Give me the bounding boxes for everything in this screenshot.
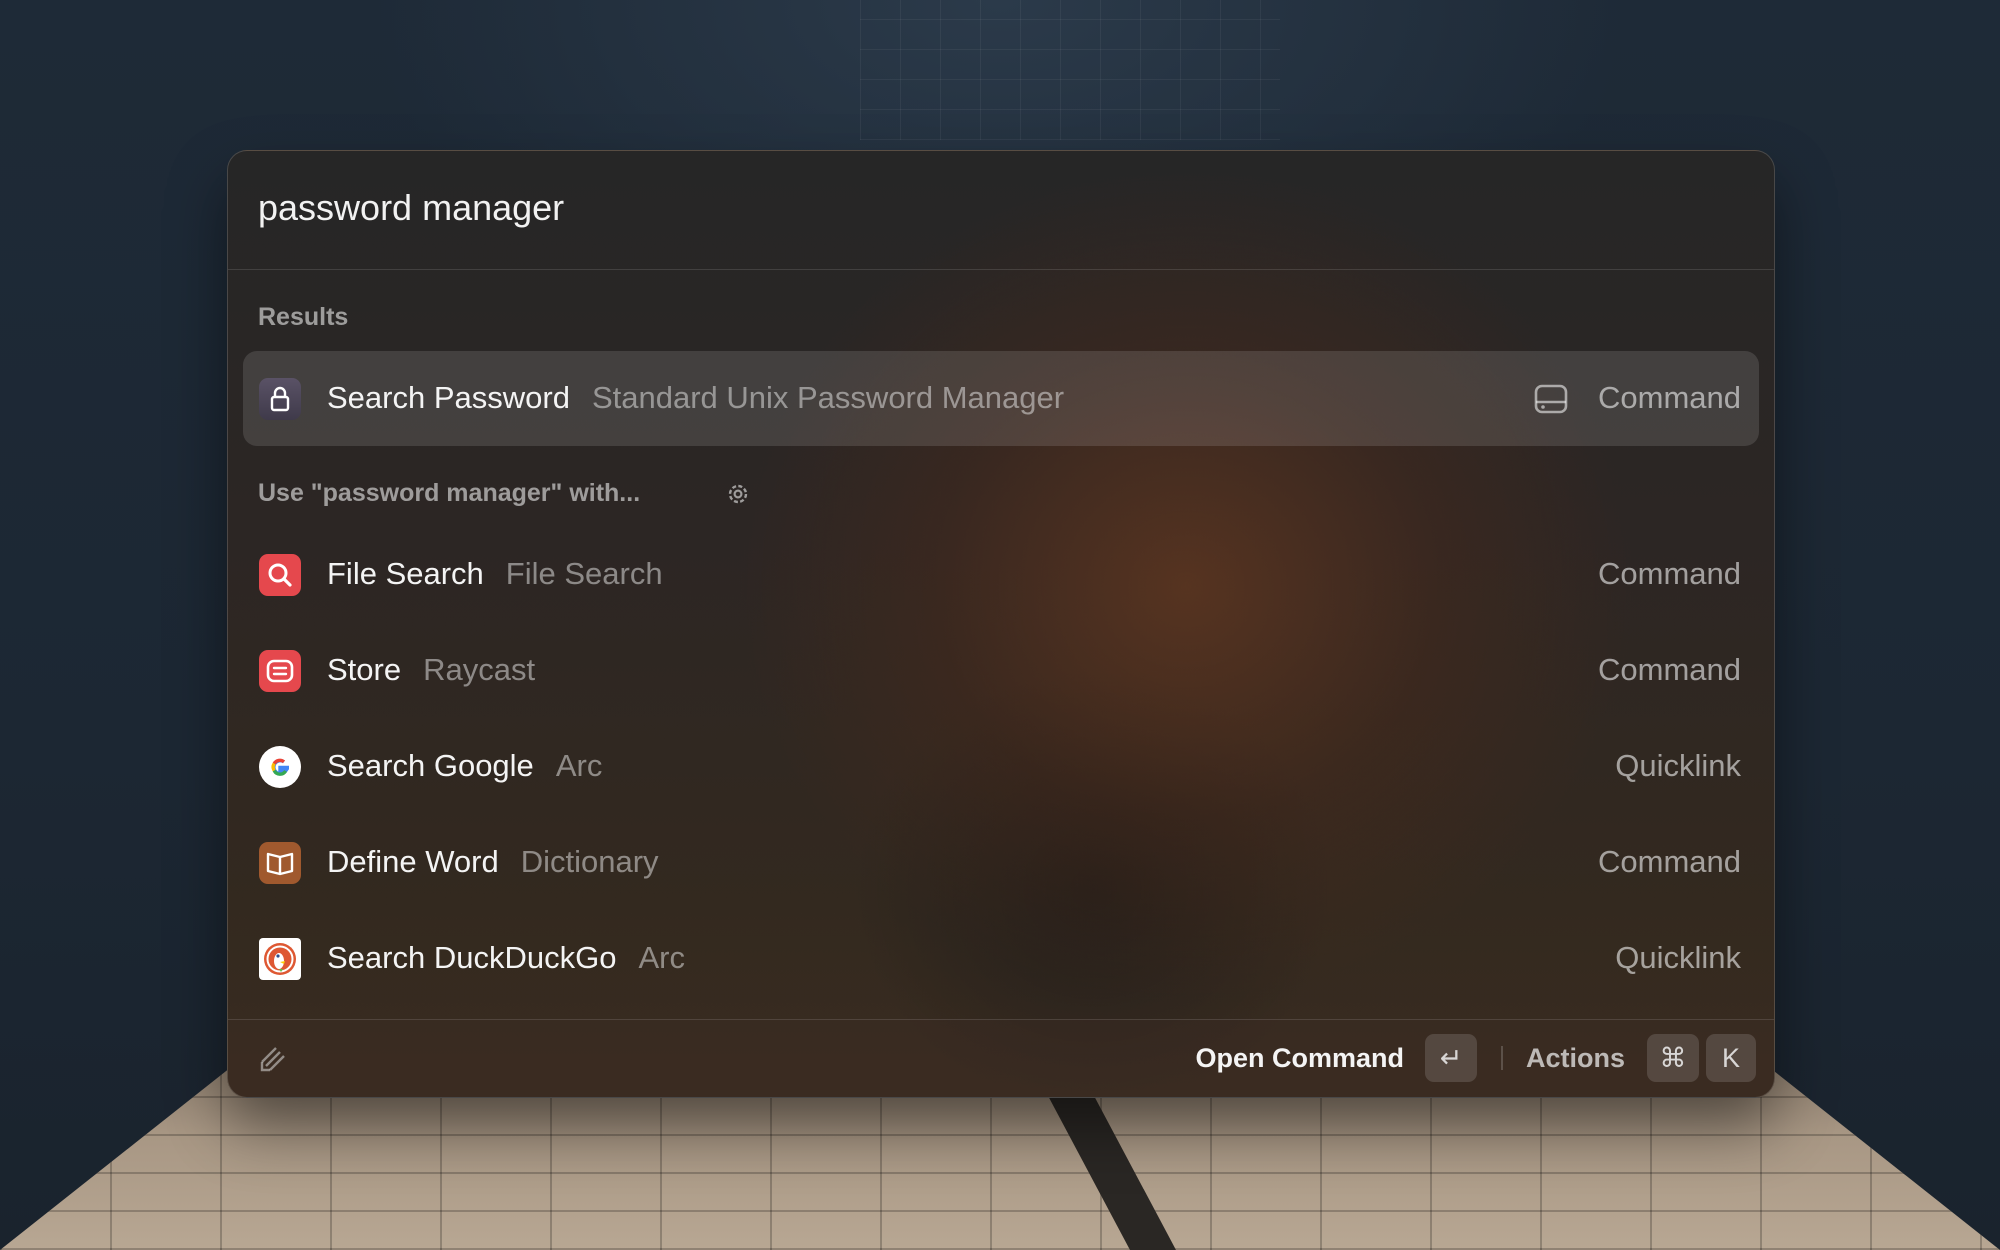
result-title-text: Search Password <box>327 380 570 415</box>
fallback-row-search-google[interactable]: Search Google Arc Quicklink <box>243 719 1759 814</box>
fallback-subtitle: Arc <box>638 940 685 975</box>
footer-divider <box>1501 1046 1503 1070</box>
fallback-title: File Search File Search <box>327 556 663 592</box>
fallback-title-text: Search Google <box>327 748 534 783</box>
actions-button[interactable]: Actions <box>1526 1043 1625 1074</box>
fallback-title: Define Word Dictionary <box>327 844 659 880</box>
fallback-title-text: File Search <box>327 556 484 591</box>
result-kind: Command <box>1598 380 1741 415</box>
gear-icon[interactable] <box>725 481 751 507</box>
raycast-logo-icon[interactable] <box>254 1040 292 1078</box>
fallback-title: Store Raycast <box>327 652 535 688</box>
open-command-button[interactable]: Open Command <box>1195 1043 1404 1074</box>
fallback-subtitle: Dictionary <box>520 844 659 879</box>
book-icon <box>259 842 301 884</box>
fallback-row-define-word[interactable]: Define Word Dictionary Command <box>243 815 1759 910</box>
fallback-row-store[interactable]: Store Raycast Command <box>243 623 1759 718</box>
fallback-subtitle: Arc <box>555 748 603 783</box>
google-icon <box>259 746 301 788</box>
fallback-subtitle: File Search <box>505 556 663 591</box>
fallback-kind: Command <box>1598 844 1741 879</box>
lock-icon <box>259 378 301 420</box>
fallback-row-file-search[interactable]: File Search File Search Command <box>243 527 1759 622</box>
fallback-section-label: Use "password manager" with... <box>258 479 641 507</box>
fallback-row-search-duckduckgo[interactable]: Search DuckDuckGo Arc Quicklink <box>243 911 1759 1006</box>
fallback-kind: Quicklink <box>1615 748 1741 783</box>
duckduckgo-icon <box>259 938 301 980</box>
fallback-title-text: Define Word <box>327 844 499 879</box>
fallback-subtitle: Raycast <box>423 652 536 687</box>
hard-drive-icon <box>1533 381 1569 417</box>
fallback-title-text: Store <box>327 652 402 687</box>
return-key-badge: ↵ <box>1425 1034 1477 1082</box>
command-key-badge: ⌘ <box>1647 1034 1699 1082</box>
results-section-label: Results <box>258 303 349 331</box>
fallback-title: Search Google Arc <box>327 748 602 784</box>
command-palette-window: Results Search Password Standard Unix Pas… <box>227 150 1775 1098</box>
action-bar: Open Command ↵ Actions ⌘ K <box>228 1019 1774 1097</box>
magnifier-icon <box>259 554 301 596</box>
background-ceiling <box>860 0 1280 140</box>
search-input[interactable] <box>258 187 1658 229</box>
fallback-kind: Command <box>1598 652 1741 687</box>
k-key-badge: K <box>1706 1034 1756 1082</box>
fallback-kind: Command <box>1598 556 1741 591</box>
fallback-title: Search DuckDuckGo Arc <box>327 940 685 976</box>
result-row-search-password[interactable]: Search Password Standard Unix Password Ma… <box>243 351 1759 446</box>
fallback-title-text: Search DuckDuckGo <box>327 940 617 975</box>
result-title: Search Password Standard Unix Password Ma… <box>327 380 1064 416</box>
result-subtitle: Standard Unix Password Manager <box>591 380 1065 415</box>
search-bar <box>228 151 1774 270</box>
fallback-kind: Quicklink <box>1615 940 1741 975</box>
store-icon <box>259 650 301 692</box>
